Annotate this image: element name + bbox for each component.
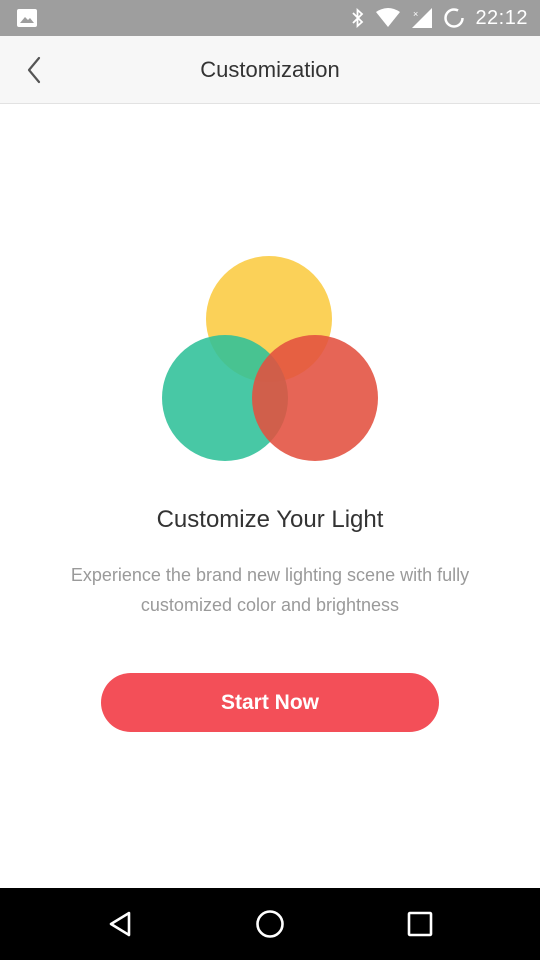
back-triangle-icon [109,911,131,937]
sync-icon [444,8,465,28]
bluetooth-icon [352,7,364,29]
nav-back-button[interactable] [100,904,140,944]
status-icons: × 22:12 [351,0,528,36]
app-bar: Customization [0,36,540,104]
color-circles-illustration [162,256,378,461]
wifi-icon [376,8,401,27]
back-button[interactable] [14,50,54,90]
description: Experience the brand new lighting scene … [70,565,470,615]
red-circle [252,335,378,461]
main-content: Customize Your Light Experience the bran… [0,104,540,888]
headline: Customize Your Light [156,506,384,533]
image-icon [17,9,37,27]
svg-text:×: × [413,9,418,19]
home-circle-icon [256,910,284,938]
start-now-button[interactable]: Start Now [101,673,439,732]
chevron-left-icon [27,56,41,84]
page-title: Customization [200,57,340,82]
status-bar: × 22:12 [0,0,540,36]
nav-home-button[interactable] [250,904,290,944]
signal-icon: × [412,8,433,28]
system-nav-bar [0,888,540,960]
nav-recents-button[interactable] [400,904,440,944]
status-time: 22:12 [475,6,528,29]
recents-square-icon [407,911,433,937]
